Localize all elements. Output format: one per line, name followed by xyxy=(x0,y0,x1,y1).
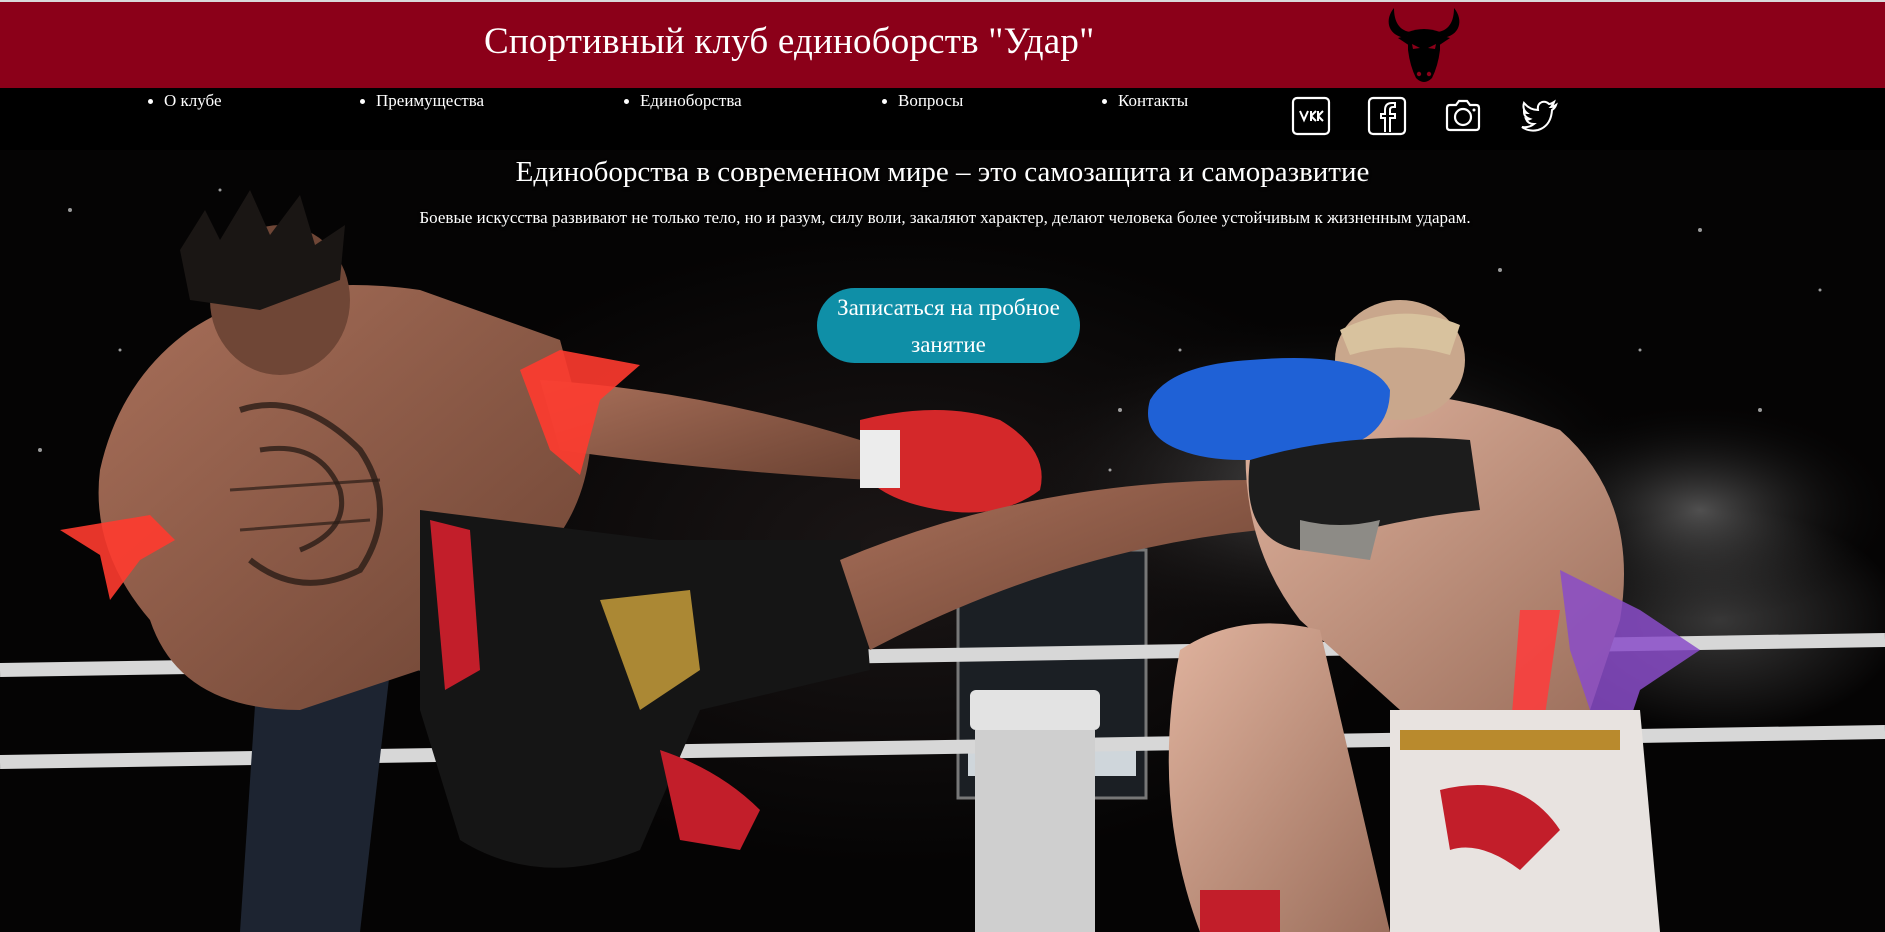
nav-item-questions[interactable]: Вопросы xyxy=(882,91,963,111)
nav-item-contacts[interactable]: Контакты xyxy=(1102,91,1188,111)
kickboxing-photo xyxy=(0,188,1885,932)
hero-description: Боевые искусства развивают не только тел… xyxy=(419,208,1471,227)
nav-item-martial-arts[interactable]: Единоборства xyxy=(624,91,742,111)
vk-icon[interactable] xyxy=(1291,96,1331,136)
nav-item-advantages[interactable]: Преимущества xyxy=(360,91,484,111)
twitter-bird-icon[interactable] xyxy=(1519,96,1559,136)
bull-head-icon[interactable] xyxy=(1380,4,1468,88)
site-title: Спортивный клуб единоборств "Удар" xyxy=(484,21,1095,62)
site-header: Спортивный клуб единоборств "Удар" xyxy=(0,0,1885,88)
main-nav: О клубе Преимущества Единоборства Вопрос… xyxy=(0,88,1885,150)
nav-item-about[interactable]: О клубе xyxy=(148,91,222,111)
hero-title: Единоборства в современном мире – это са… xyxy=(515,156,1370,188)
hero-section: Единоборства в современном мире – это са… xyxy=(0,150,1885,932)
trial-signup-button[interactable]: Записаться на пробное занятие xyxy=(817,288,1080,363)
instagram-camera-icon[interactable] xyxy=(1443,96,1483,136)
facebook-icon[interactable] xyxy=(1367,96,1407,136)
